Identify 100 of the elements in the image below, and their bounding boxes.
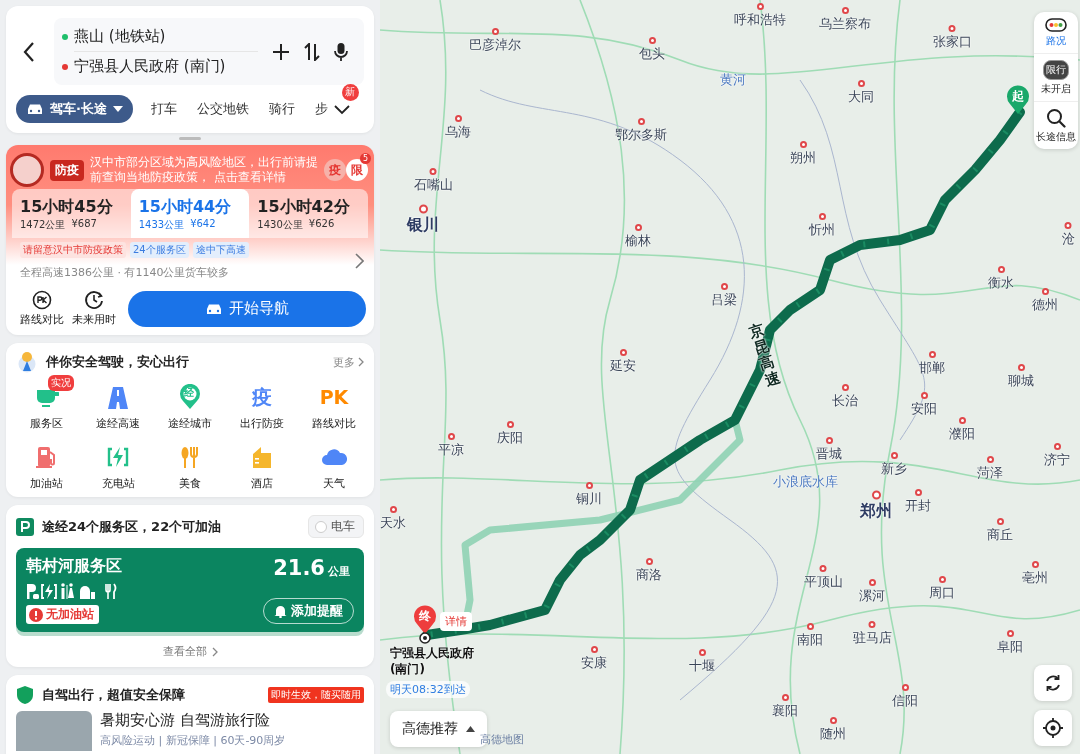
city-label: 榆林 <box>625 232 651 250</box>
city-label: 长治 <box>832 392 858 410</box>
tool-button[interactable]: 加油站 <box>10 435 82 491</box>
highway-label: 京昆高速 <box>747 321 782 389</box>
city-label: 漯河 <box>859 587 885 605</box>
more-link[interactable]: 更多 <box>333 354 364 370</box>
city-label: 濮阳 <box>949 425 975 443</box>
city-marker-icon <box>454 115 462 122</box>
microphone-icon[interactable] <box>334 41 348 62</box>
city-label: 邯郸 <box>919 359 945 377</box>
end-pin[interactable]: 终 <box>413 604 437 634</box>
tool-button[interactable]: 美食 <box>154 435 226 491</box>
city-label: 呼和浩特 <box>734 11 786 29</box>
city-label: 平凉 <box>438 441 464 459</box>
city-label: 平顶山 <box>803 573 843 591</box>
city-label: 吕梁 <box>711 291 737 309</box>
arrival-time: 明天08:32到达 <box>386 681 470 698</box>
city-label: 铜川 <box>576 490 602 508</box>
city-marker-icon <box>868 621 876 628</box>
transport-tab[interactable]: 步 <box>314 100 328 118</box>
promo-badge: 即时生效，随买随用 <box>268 687 364 703</box>
section-title: 自驾出行，超值安全保障 <box>42 686 186 704</box>
route-distance: 1433公里 <box>138 218 185 232</box>
city-label: 郑州 <box>860 500 892 522</box>
clock-icon <box>84 290 104 310</box>
origin-field[interactable]: 燕山 (地铁站) <box>74 27 166 46</box>
city-label: 聊城 <box>1008 372 1034 390</box>
tool-button[interactable]: 酒店 <box>226 435 298 491</box>
traffic-light-icon <box>1045 18 1067 32</box>
transport-tab[interactable]: 驾车·长途 <box>16 95 133 123</box>
tool-button[interactable]: 充电站 <box>82 435 154 491</box>
city-marker-icon <box>585 482 593 489</box>
view-all-link[interactable]: 查看全部 <box>162 644 218 659</box>
chevron-right-icon[interactable] <box>355 253 364 269</box>
route-option-tab[interactable]: 15小时42分 1430公里 ¥626 <box>249 189 368 238</box>
city-label: 信阳 <box>892 692 918 710</box>
route-cost: ¥626 <box>308 218 335 231</box>
tool-button[interactable]: 疫 出行防疫 <box>226 375 298 431</box>
tool-button[interactable]: 天气 <box>298 435 370 491</box>
city-label: 十堰 <box>689 657 715 675</box>
drag-handle[interactable] <box>179 137 201 140</box>
route-option-tab[interactable]: 15小时45分 1472公里 ¥687 <box>12 189 131 238</box>
route-action-button[interactable]: 路线对比 <box>20 290 64 327</box>
city-marker-icon <box>491 28 499 35</box>
car-icon <box>26 103 44 115</box>
city-marker-icon <box>871 490 881 500</box>
city-marker-icon <box>958 417 966 424</box>
route-action-button[interactable]: 未来用时 <box>72 290 116 327</box>
map-control-button[interactable]: 限行 未开启 <box>1034 54 1078 102</box>
route-tag: 途中下高速 <box>192 242 249 258</box>
city-marker-icon <box>634 224 642 231</box>
locate-button[interactable] <box>1034 710 1072 746</box>
plus-icon[interactable] <box>272 42 290 61</box>
tool-button[interactable]: 经 途经城市 <box>154 375 226 431</box>
city-marker-icon <box>996 518 1004 525</box>
city-marker-icon <box>997 266 1005 273</box>
section-title: 途经24个服务区，22个可加油 <box>42 517 223 536</box>
start-navigation-button[interactable]: 开始导航 <box>128 290 366 327</box>
city-label: 银川 <box>407 214 439 236</box>
city-label: 安阳 <box>911 400 937 418</box>
route-duration: 15小时45分 <box>20 197 114 218</box>
rotate-icon <box>1043 673 1063 693</box>
ev-toggle[interactable]: 电车 <box>308 515 364 538</box>
rotate-button[interactable] <box>1034 665 1072 701</box>
back-icon[interactable] <box>22 40 36 63</box>
city-label: 天水 <box>380 514 406 532</box>
count-badge: 5 <box>360 153 371 164</box>
city-label: 阜阳 <box>997 638 1023 656</box>
distance-unit: 公里 <box>328 564 350 579</box>
city-marker-icon <box>829 717 837 724</box>
map-control-button[interactable]: 长途信息 <box>1034 102 1078 149</box>
tool-button[interactable]: PK 路线对比 <box>298 375 370 431</box>
section-title: 伴你安全驾驶，安心出行 <box>46 353 190 371</box>
details-tag[interactable]: 详情 <box>440 612 472 631</box>
city-label: 商洛 <box>636 566 662 584</box>
tool-button[interactable]: 实况 服务区 <box>10 375 82 431</box>
destination-label: 宁强县人民政府(南门) <box>390 645 474 677</box>
transport-tab[interactable]: 骑行 <box>268 100 295 118</box>
bell-icon <box>274 604 287 618</box>
city-marker-icon <box>890 452 898 459</box>
chevron-down-icon[interactable] <box>333 104 350 115</box>
route-cost: ¥642 <box>190 218 216 231</box>
swap-icon[interactable] <box>304 42 320 61</box>
city-marker-icon <box>506 421 514 428</box>
caret-up-icon <box>466 726 475 732</box>
tool-button[interactable]: 途经高速 <box>82 375 154 431</box>
insurance-product-title[interactable]: 暑期安心游 自驾游旅行险 <box>100 711 286 730</box>
city-marker-icon <box>868 579 876 586</box>
route-cost: ¥687 <box>71 218 97 231</box>
transport-tab[interactable]: 打车 <box>150 100 177 118</box>
city-marker-icon <box>841 384 849 391</box>
insurance-features: 高风险运动 | 新冠保障 | 60天-90周岁 <box>100 733 286 748</box>
city-marker-icon <box>1031 561 1039 568</box>
city-label: 沧 <box>1061 230 1075 248</box>
city-label: 乌海 <box>445 123 471 141</box>
water-label: 小浪底水库 <box>772 473 838 491</box>
transport-tab[interactable]: 公交地铁 <box>196 100 249 118</box>
destination-field[interactable]: 宁强县人民政府 (南门) <box>74 57 226 76</box>
map-control-button[interactable]: 路况 <box>1034 12 1078 54</box>
route-option-tab[interactable]: 15小时44分 1433公里 ¥642 <box>130 189 250 238</box>
